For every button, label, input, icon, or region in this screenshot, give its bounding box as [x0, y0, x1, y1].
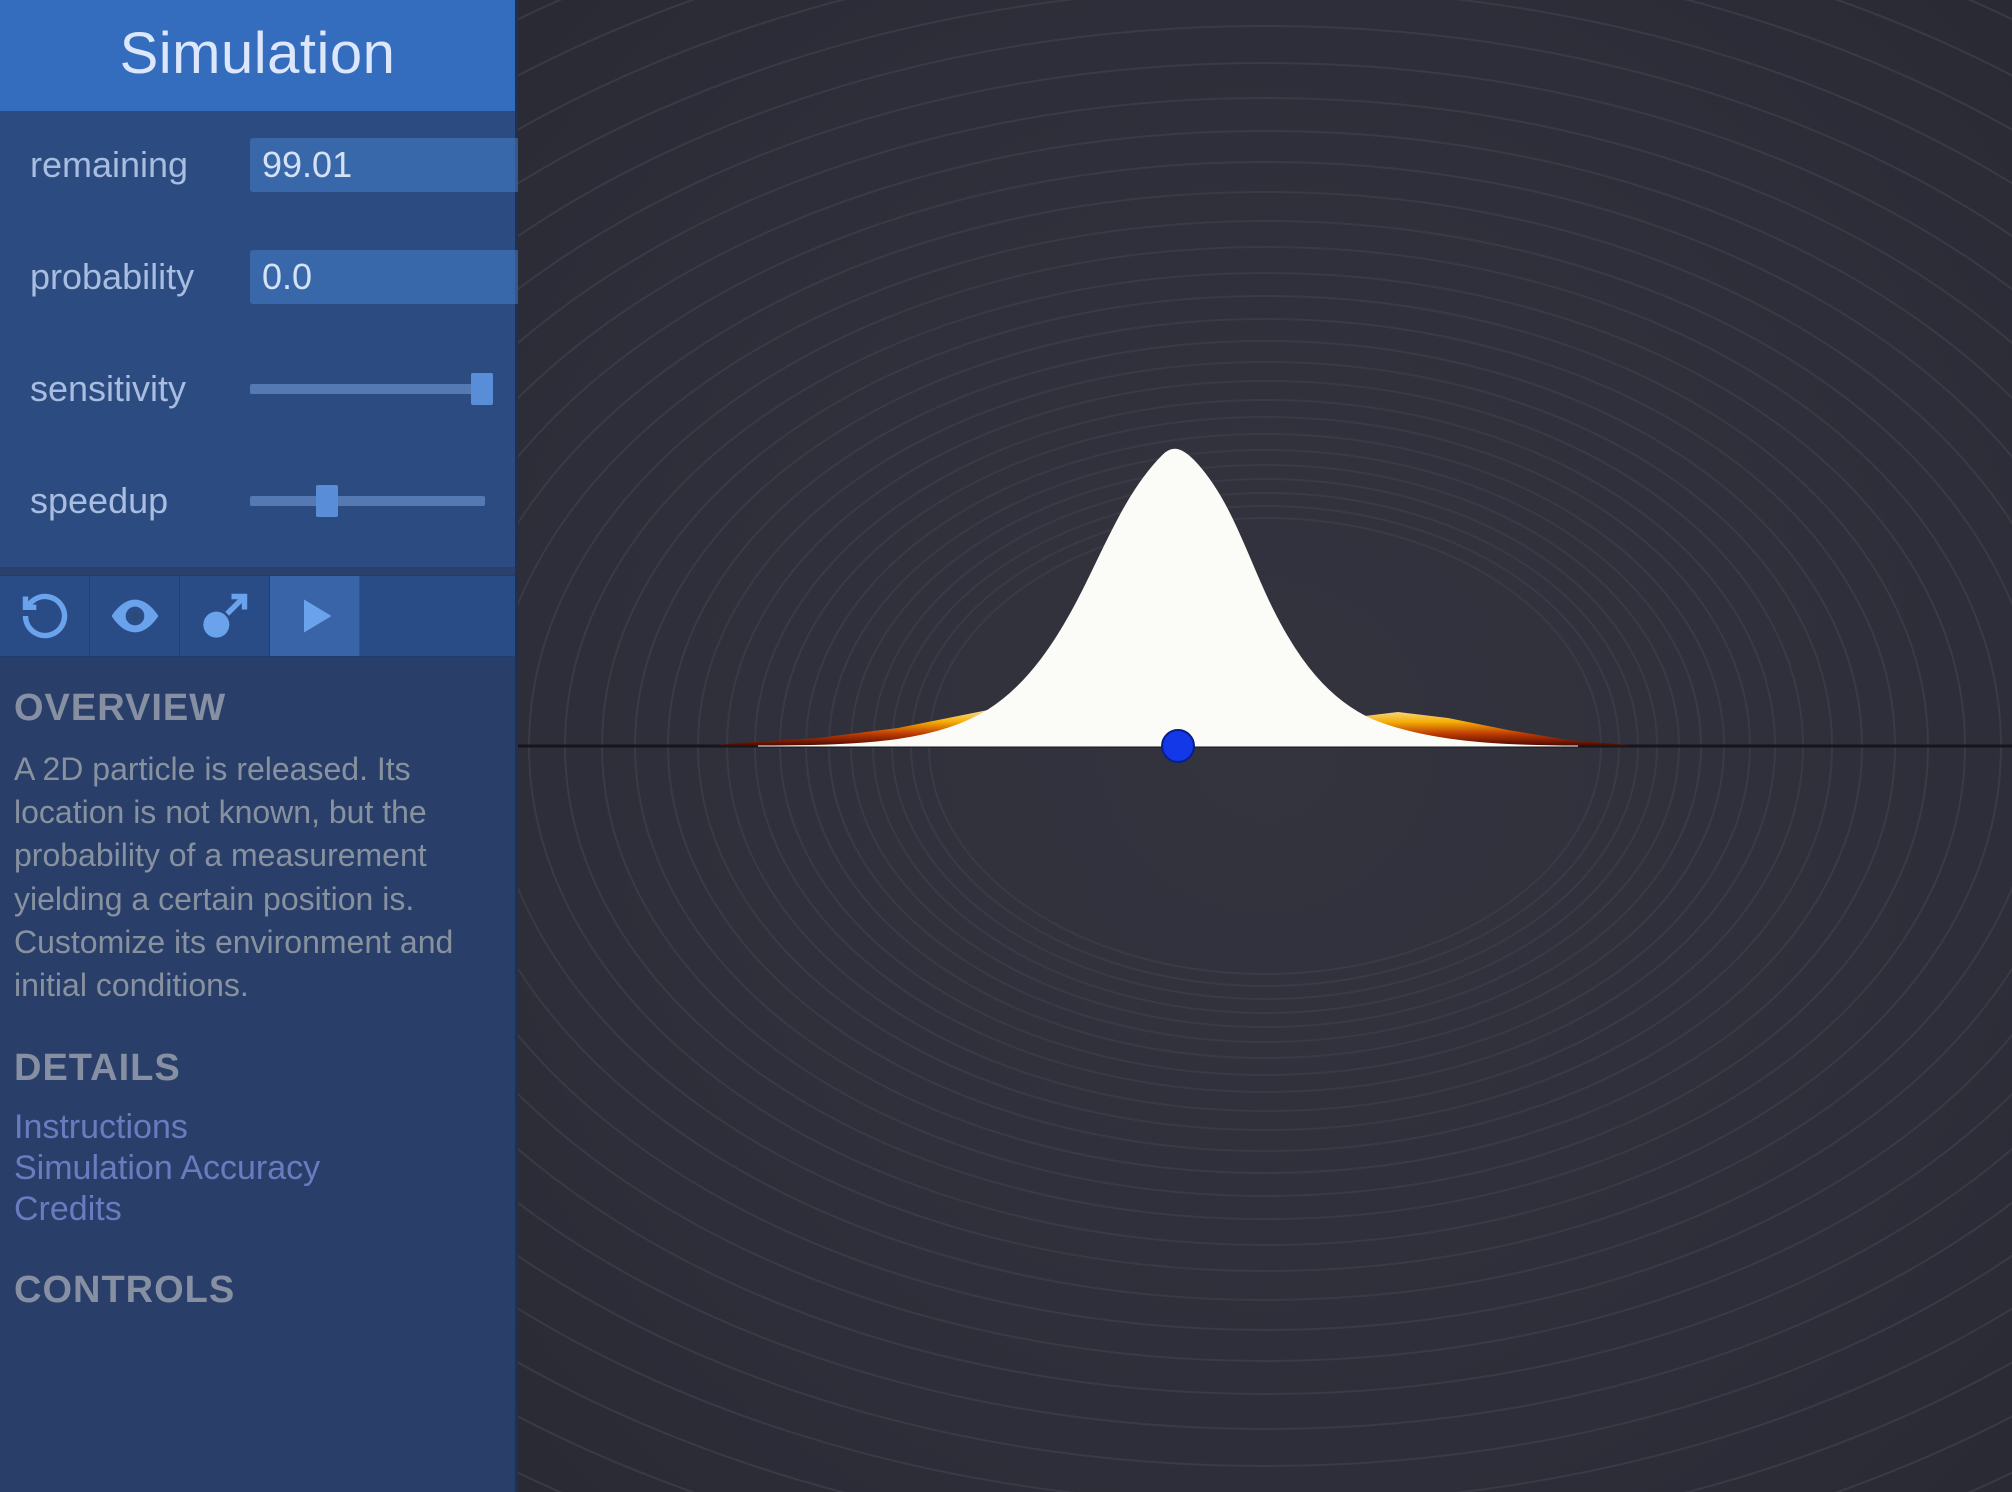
- reset-button[interactable]: [0, 576, 90, 656]
- link-simulation-accuracy[interactable]: Simulation Accuracy: [14, 1149, 501, 1188]
- details-heading: DETAILS: [14, 1047, 501, 1090]
- control-probability: probability: [30, 251, 485, 303]
- sensitivity-thumb[interactable]: [471, 373, 493, 405]
- sidebar: Simulation remaining probability sensiti…: [0, 0, 518, 1492]
- sidebar-header: Simulation: [0, 0, 515, 111]
- eye-icon: [107, 588, 163, 644]
- app-title: Simulation: [0, 20, 515, 87]
- refresh-icon: [19, 590, 71, 642]
- remaining-label: remaining: [30, 144, 250, 186]
- toolbar: [0, 575, 515, 657]
- play-icon: [293, 594, 337, 638]
- play-button[interactable]: [270, 576, 360, 656]
- overview-text-2: Customize its environment and initial co…: [14, 921, 501, 1007]
- particle-arrow-icon: [199, 590, 251, 642]
- speedup-label: speedup: [30, 480, 250, 522]
- control-sensitivity: sensitivity: [30, 363, 485, 415]
- link-credits[interactable]: Credits: [14, 1190, 501, 1229]
- particle-marker[interactable]: [1162, 730, 1194, 762]
- simulation-viewport[interactable]: [518, 0, 2012, 1492]
- view-button[interactable]: [90, 576, 180, 656]
- link-instructions[interactable]: Instructions: [14, 1108, 501, 1147]
- control-remaining: remaining: [30, 139, 485, 191]
- simulation-canvas: [518, 0, 2012, 1492]
- probability-label: probability: [30, 256, 250, 298]
- particle-button[interactable]: [180, 576, 270, 656]
- sensitivity-label: sensitivity: [30, 368, 250, 410]
- controls-heading: CONTROLS: [14, 1269, 501, 1312]
- sensitivity-slider[interactable]: [250, 384, 485, 394]
- control-speedup: speedup: [30, 475, 485, 527]
- overview-text-1: A 2D particle is released. Its location …: [14, 748, 501, 921]
- speedup-thumb[interactable]: [316, 485, 338, 517]
- speedup-slider[interactable]: [250, 496, 485, 506]
- overview-heading: OVERVIEW: [14, 687, 501, 730]
- controls-panel: remaining probability sensitivity speedu…: [0, 111, 515, 567]
- info-section: OVERVIEW A 2D particle is released. Its …: [0, 657, 515, 1492]
